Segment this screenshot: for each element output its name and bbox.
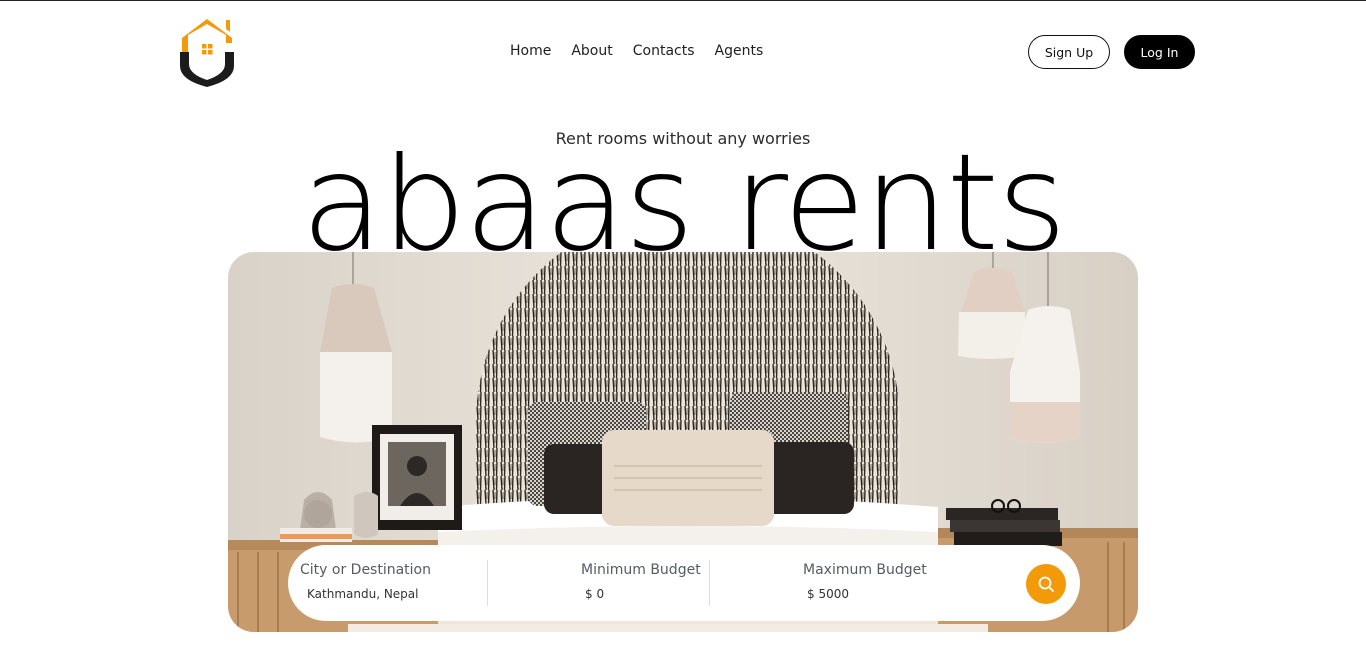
city-field-value[interactable]: Kathmandu, Nepal: [307, 587, 419, 601]
nav-about[interactable]: About: [571, 43, 612, 59]
search-divider: [709, 560, 710, 606]
logo[interactable]: [178, 16, 236, 88]
main-nav: Home About Contacts Agents: [510, 43, 763, 59]
max-budget-label: Maximum Budget: [803, 562, 927, 578]
min-budget-value[interactable]: $ 0: [585, 587, 604, 601]
nav-home[interactable]: Home: [510, 43, 551, 59]
max-budget-value[interactable]: $ 5000: [807, 587, 849, 601]
brand-heading-wrapper: abaas rents: [0, 151, 1366, 252]
nav-agents[interactable]: Agents: [715, 43, 764, 59]
min-budget-label: Minimum Budget: [581, 562, 701, 578]
sign-up-button[interactable]: Sign Up: [1028, 35, 1110, 69]
search-bar: City or Destination Kathmandu, Nepal Min…: [288, 545, 1080, 621]
search-icon: [1038, 576, 1054, 592]
city-field-label: City or Destination: [300, 562, 431, 578]
nav-contacts[interactable]: Contacts: [633, 43, 695, 59]
search-divider: [487, 560, 488, 606]
hero-tagline: Rent rooms without any worries: [555, 129, 811, 148]
brand-heading: abaas rents: [301, 151, 1067, 252]
log-in-button[interactable]: Log In: [1124, 35, 1195, 69]
search-button[interactable]: [1026, 564, 1066, 604]
house-shield-logo-icon: [180, 19, 234, 87]
